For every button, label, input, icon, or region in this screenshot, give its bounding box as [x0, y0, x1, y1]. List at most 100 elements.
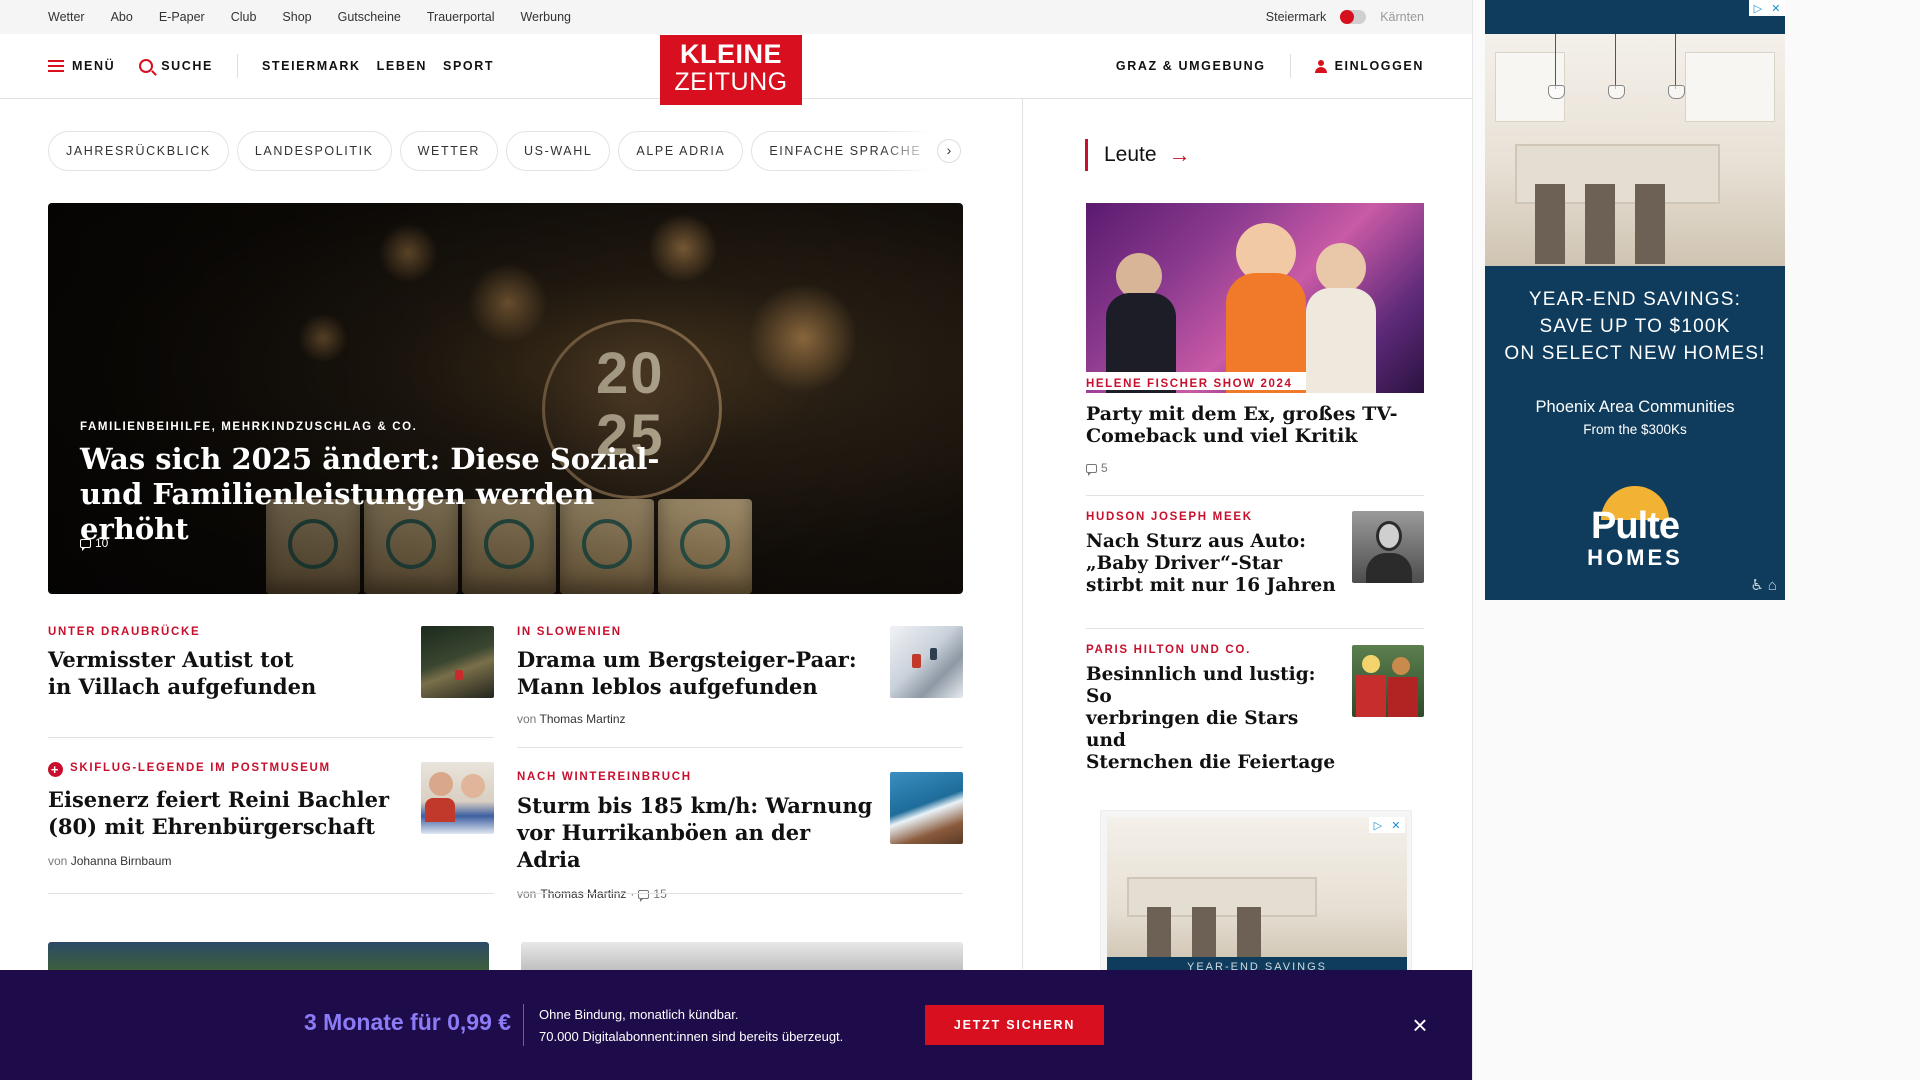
- nav-sport[interactable]: SPORT: [443, 59, 494, 73]
- chip-us-wahl[interactable]: US-WAHL: [506, 131, 611, 171]
- hamburger-icon: [48, 60, 64, 72]
- hero-title: Was sich 2025 ändert: Diese Sozial- und …: [80, 442, 660, 546]
- article-teaser[interactable]: + SKIFLUG-LEGENDE IM POSTMUSEUM Eisenerz …: [48, 762, 418, 868]
- article-teaser[interactable]: UNTER DRAUBRÜCKE Vermisster Autist tot i…: [48, 626, 408, 700]
- section-heading-leute[interactable]: Leute →: [1085, 139, 1191, 171]
- comment-icon: [638, 889, 650, 902]
- hero-kicker: FAMILIENBEIHILFE, MEHRKINDZUSCHLAG & CO.: [80, 421, 418, 433]
- article-title: Nach Sturz aus Auto: „Baby Driver“-Star …: [1086, 531, 1336, 596]
- utility-link-abo[interactable]: Abo: [111, 10, 133, 24]
- comment-icon: [1086, 463, 1097, 476]
- region-toggle[interactable]: [1340, 10, 1367, 24]
- lead-article[interactable]: Party mit dem Ex, großes TV- Comeback un…: [1086, 403, 1424, 476]
- comment-count[interactable]: 15: [653, 887, 666, 901]
- article-kicker: PARIS HILTON UND CO.: [1086, 644, 1251, 656]
- article-thumbnail[interactable]: [1352, 511, 1424, 583]
- lead-image[interactable]: [1086, 203, 1424, 393]
- utility-link-club[interactable]: Club: [231, 10, 257, 24]
- ad-image: YEAR-END SAVINGS: [1107, 817, 1407, 971]
- divider: [48, 893, 494, 894]
- author-link[interactable]: Johanna Birnbaum: [71, 854, 172, 868]
- utility-link-wetter[interactable]: Wetter: [48, 10, 85, 24]
- article-byline: von Thomas Martinz: [517, 712, 626, 726]
- hero-comment-count[interactable]: 10: [80, 536, 108, 551]
- article-image[interactable]: [48, 942, 489, 972]
- divider: [1086, 628, 1424, 629]
- article-thumbnail[interactable]: [890, 772, 963, 844]
- ad-image: [1485, 34, 1785, 266]
- nav-leben[interactable]: LEBEN: [377, 59, 427, 73]
- sidebar-article[interactable]: HUDSON JOSEPH MEEK Nach Sturz aus Auto: …: [1086, 511, 1336, 597]
- promo-divider: [523, 1004, 524, 1046]
- column-divider: [1022, 99, 1023, 969]
- article-thumbnail[interactable]: [421, 762, 494, 834]
- menu-button[interactable]: MENÜ: [48, 59, 115, 73]
- login-label: EINLOGGEN: [1334, 59, 1424, 73]
- author-link[interactable]: Thomas Martinz: [539, 712, 625, 726]
- subscribe-button[interactable]: JETZT SICHERN: [925, 1005, 1104, 1045]
- comment-icon: [80, 538, 91, 551]
- utility-link-epaper[interactable]: E-Paper: [159, 10, 205, 24]
- display-ad-small[interactable]: YEAR-END SAVINGS ▷ ✕: [1100, 810, 1412, 971]
- search-icon: [139, 59, 154, 73]
- topic-chips: JAHRESRÜCKBLICK LANDESPOLITIK WETTER US-…: [48, 131, 968, 171]
- ad-choices-icon[interactable]: ▷ ✕: [1369, 817, 1405, 833]
- utility-bar: Wetter Abo E-Paper Club Shop Gutscheine …: [0, 0, 1472, 34]
- search-label: SUCHE: [161, 59, 213, 73]
- plus-icon: +: [48, 762, 63, 777]
- close-icon[interactable]: ×: [1407, 1012, 1433, 1038]
- logo-line-2: ZEITUNG: [674, 68, 788, 96]
- article-title: Sturm bis 185 km/h: Warnung vor Hurrikan…: [517, 793, 873, 872]
- ad-brand-logo: Pulte HOMES: [1485, 486, 1785, 570]
- ad-choices-icon[interactable]: ▷ ✕: [1749, 0, 1785, 16]
- article-kicker: NACH WINTEREINBRUCH: [517, 771, 692, 783]
- article-thumbnail[interactable]: [1352, 645, 1424, 717]
- nav-divider: [236, 54, 238, 78]
- nav-steiermark[interactable]: STEIERMARK: [262, 59, 361, 73]
- chip-alpe-adria[interactable]: ALPE ADRIA: [618, 131, 744, 171]
- ad-price: From the $300Ks: [1583, 422, 1687, 437]
- chevron-right-icon[interactable]: ›: [937, 139, 961, 163]
- article-title: Besinnlich und lustig: So verbringen die…: [1086, 664, 1336, 773]
- utility-link-werbung[interactable]: Werbung: [520, 10, 571, 24]
- utility-link-trauerportal[interactable]: Trauerportal: [427, 10, 495, 24]
- primary-nav: MENÜ SUCHE STEIERMARK LEBEN SPORT: [48, 34, 494, 98]
- article-thumbnail[interactable]: [421, 626, 494, 698]
- display-ad[interactable]: ▷ ✕ YEAR-END SAVINGS: SAVE UP TO $100K ON…: [1485, 0, 1785, 600]
- article-title: Drama um Bergsteiger-Paar: Mann leblos a…: [517, 647, 857, 699]
- section-title: Leute: [1104, 143, 1157, 166]
- main-header: MENÜ SUCHE STEIERMARK LEBEN SPORT KLEINE…: [0, 34, 1472, 105]
- sidebar-article[interactable]: PARIS HILTON UND CO. Besinnlich und lust…: [1086, 644, 1336, 774]
- region-steiermark[interactable]: Steiermark: [1266, 10, 1326, 24]
- arrow-right-icon: →: [1168, 142, 1191, 167]
- site-logo[interactable]: KLEINE ZEITUNG: [660, 35, 802, 105]
- divider: [48, 737, 494, 738]
- login-button[interactable]: EINLOGGEN: [1314, 59, 1424, 73]
- article-thumbnail[interactable]: [890, 626, 963, 698]
- article-byline: von Johanna Birnbaum: [48, 854, 172, 868]
- article-kicker: + SKIFLUG-LEGENDE IM POSTMUSEUM: [48, 762, 418, 777]
- divider: [1086, 495, 1424, 496]
- article-teaser[interactable]: NACH WINTEREINBRUCH Sturm bis 185 km/h: …: [517, 771, 877, 902]
- utility-link-gutscheine[interactable]: Gutscheine: [338, 10, 401, 24]
- search-button[interactable]: SUCHE: [139, 59, 213, 73]
- region-kaernten[interactable]: Kärnten: [1380, 10, 1424, 24]
- utility-links: Wetter Abo E-Paper Club Shop Gutscheine …: [48, 0, 571, 34]
- article-kicker: UNTER DRAUBRÜCKE: [48, 626, 201, 638]
- author-link[interactable]: Thomas Martinz: [540, 887, 626, 901]
- nav-graz-umgebung[interactable]: GRAZ & UMGEBUNG: [1116, 59, 1266, 73]
- article-teaser[interactable]: IN SLOWENIEN Drama um Bergsteiger-Paar: …: [517, 626, 877, 726]
- chip-jahresrueckblick[interactable]: JAHRESRÜCKBLICK: [48, 131, 229, 171]
- article-image[interactable]: [521, 942, 963, 972]
- divider: [517, 893, 963, 894]
- article-kicker: HUDSON JOSEPH MEEK: [1086, 511, 1253, 523]
- comment-count[interactable]: 5: [1086, 461, 1424, 476]
- menu-label: MENÜ: [72, 59, 116, 73]
- chip-landespolitik[interactable]: LANDESPOLITIK: [236, 131, 392, 171]
- region-switch: Steiermark Kärnten: [1266, 0, 1424, 34]
- hero-article[interactable]: 20 25 FAMILIENBEIHILFE, MEHRKINDZUSCHLAG…: [48, 203, 963, 594]
- secondary-nav: GRAZ & UMGEBUNG EINLOGGEN: [1116, 34, 1424, 98]
- utility-link-shop[interactable]: Shop: [282, 10, 311, 24]
- chip-wetter[interactable]: WETTER: [399, 131, 498, 171]
- ad-band: YEAR-END SAVINGS: [1107, 957, 1407, 971]
